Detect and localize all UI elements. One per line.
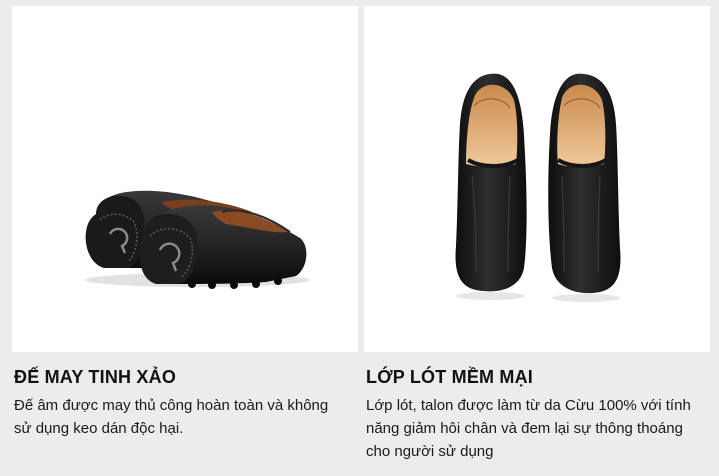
- feature-card-lining: LỚP LÓT MỀM MẠI Lớp lót, talon được làm …: [364, 6, 710, 463]
- feature-title: ĐẾ MAY TINH XẢO: [14, 367, 177, 387]
- product-image-lining: [364, 6, 710, 352]
- feature-description: Lớp lót, talon được làm từ da Cừu 100% v…: [366, 397, 691, 460]
- feature-description: Đế âm được may thủ công hoàn toàn và khô…: [14, 397, 329, 437]
- loafers-top-view-illustration: [455, 73, 621, 302]
- feature-card-sole: ĐẾ MAY TINH XẢO Đế âm được may thủ công …: [12, 6, 358, 440]
- loafers-back-view-illustration: [85, 190, 309, 289]
- product-image-sole: [12, 6, 358, 352]
- feature-title: LỚP LÓT MỀM MẠI: [366, 367, 534, 387]
